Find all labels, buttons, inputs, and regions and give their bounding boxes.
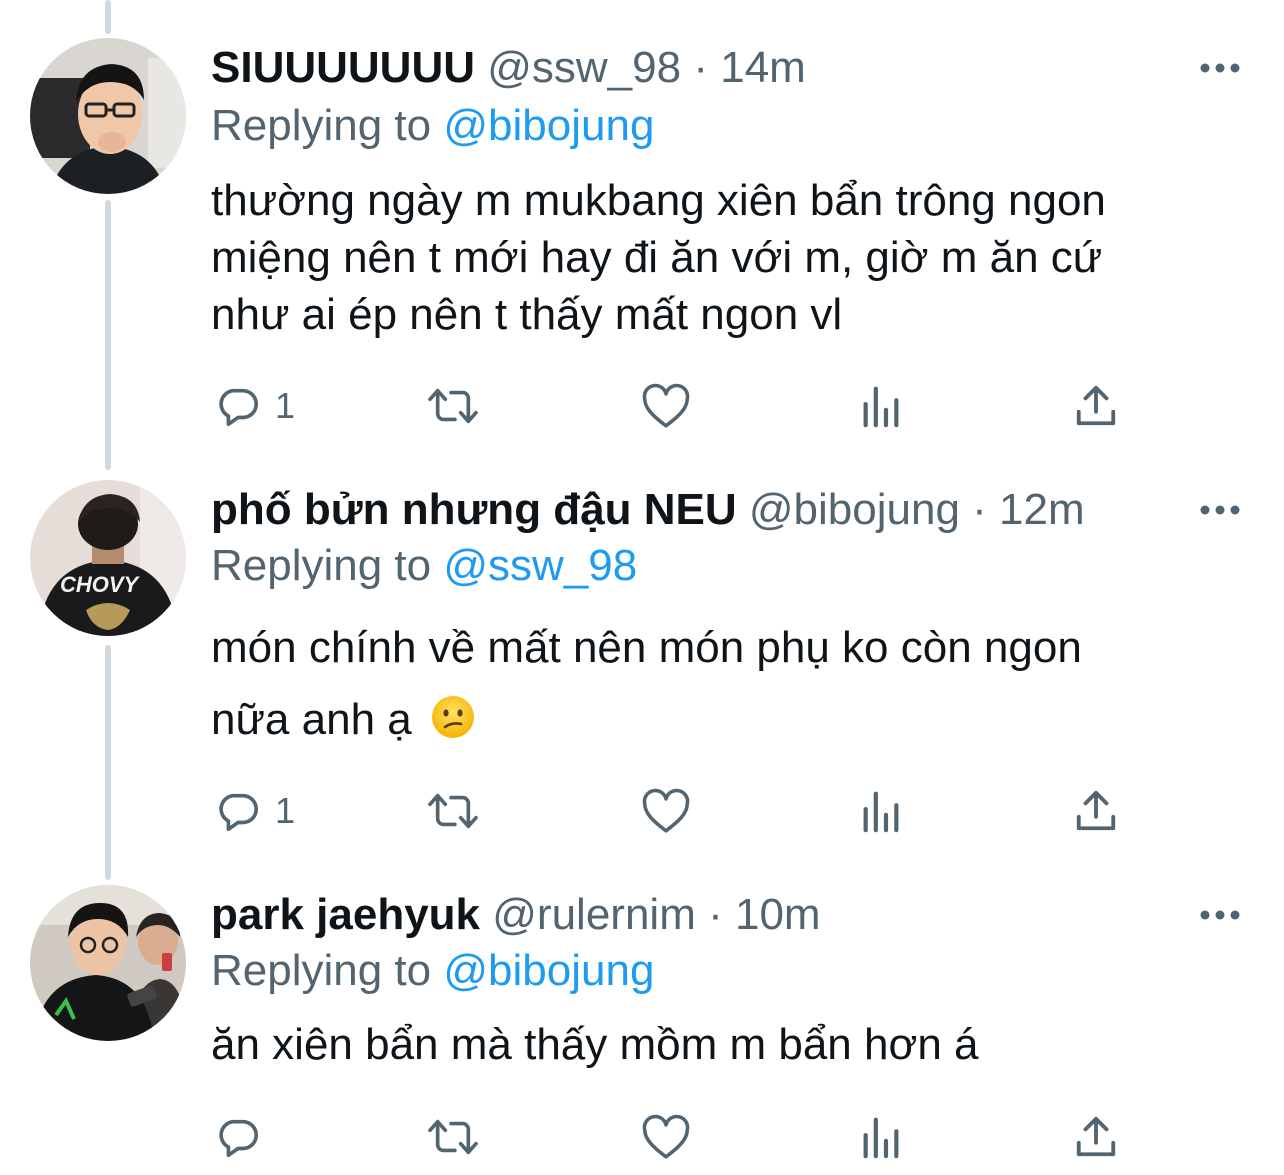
share-button[interactable] (1073, 380, 1119, 432)
avatar-image: CHOVY (30, 480, 186, 636)
action-bar: 1 (211, 785, 1131, 837)
reply-count: 1 (275, 385, 296, 426)
share-button[interactable] (1073, 1111, 1119, 1163)
replying-to: Replying to @bibojung (211, 943, 654, 999)
tweet-header: phố bửn nhưng đậu NEU @bibojung · 12m (211, 482, 1085, 538)
action-bar (211, 1111, 1131, 1163)
replying-to: Replying to @ssw_98 (211, 538, 637, 594)
avatar-image (30, 38, 186, 194)
timestamp[interactable]: 10m (735, 890, 821, 939)
display-name[interactable]: SIUUUUUUU (211, 43, 475, 92)
avatar[interactable]: CHOVY (30, 480, 186, 636)
tweet-text: món chính về mất nên món phụ ko còn ngon… (211, 612, 1251, 762)
reply-button[interactable] (215, 1111, 275, 1163)
mention-link[interactable]: @ssw_98 (443, 541, 637, 590)
reply-button[interactable]: 1 (215, 380, 295, 432)
more-options-icon (1200, 63, 1240, 73)
separator-dot: · (708, 890, 723, 939)
like-button[interactable] (641, 1111, 705, 1163)
analytics-button[interactable] (859, 1111, 903, 1163)
avatar[interactable] (30, 885, 186, 1041)
tweet-text-line: thường ngày m mukbang xiên bẩn trông ngo… (211, 176, 1106, 225)
retweet-button[interactable] (425, 380, 495, 432)
reply-icon (219, 793, 259, 832)
user-handle[interactable]: @bibojung (749, 485, 960, 534)
action-bar: 1 (211, 380, 1131, 432)
reply-icon (219, 1119, 259, 1158)
heart-icon (642, 1114, 690, 1159)
reply-count: 1 (275, 790, 296, 831)
tweet-2[interactable]: CHOVY phố bửn nhưng đậu NEU @bibojung · … (0, 460, 1284, 865)
replying-to-label: Replying to (211, 946, 432, 995)
timestamp[interactable]: 12m (999, 485, 1085, 534)
share-button[interactable] (1073, 785, 1119, 837)
tweet-1[interactable]: SIUUUUUUU @ssw_98 · 14m Replying to @bib… (0, 0, 1284, 460)
avatar[interactable] (30, 38, 186, 194)
share-icon (1076, 385, 1116, 426)
confused-face-emoji (430, 690, 476, 762)
analytics-icon (863, 1117, 899, 1159)
tweet-header: SIUUUUUUU @ssw_98 · 14m (211, 40, 806, 96)
like-button[interactable] (641, 785, 705, 837)
reply-icon (219, 388, 259, 427)
tweet-text: thường ngày m mukbang xiên bẩn trông ngo… (211, 172, 1251, 343)
tweet-text-line-with-emoji: nữa anh ạ (211, 684, 1251, 762)
avatar-image (30, 885, 186, 1041)
tweet-text-line: ăn xiên bẩn mà thấy mồm m bẩn hơn á (211, 1020, 979, 1069)
separator-dot: · (693, 43, 708, 92)
tweet-text: ăn xiên bẩn mà thấy mồm m bẩn hơn á (211, 1015, 1251, 1075)
share-icon (1076, 790, 1116, 831)
heart-icon (642, 788, 690, 833)
tweet-3[interactable]: park jaehyuk @rulernim · 10m Replying to… (0, 865, 1284, 1175)
tweet-text-line: miệng nên t mới hay đi ăn với m, giờ m ă… (211, 233, 1103, 282)
more-options-button[interactable] (1198, 58, 1242, 78)
heart-icon (642, 383, 690, 428)
analytics-icon (863, 386, 899, 428)
retweet-icon (428, 1119, 478, 1155)
more-options-icon (1200, 910, 1240, 920)
tweet-header: park jaehyuk @rulernim · 10m (211, 887, 821, 943)
mention-link[interactable]: @bibojung (443, 946, 654, 995)
analytics-button[interactable] (859, 380, 903, 432)
like-button[interactable] (641, 380, 705, 432)
display-name[interactable]: phố bửn nhưng đậu NEU (211, 485, 737, 534)
tweet-text-line: món chính về mất nên món phụ ko còn ngon (211, 623, 1082, 672)
user-handle[interactable]: @ssw_98 (487, 43, 681, 92)
retweet-button[interactable] (425, 1111, 495, 1163)
more-options-button[interactable] (1198, 500, 1242, 520)
reply-button[interactable]: 1 (215, 785, 295, 837)
user-handle[interactable]: @rulernim (492, 890, 696, 939)
share-icon (1076, 1116, 1116, 1157)
more-options-button[interactable] (1198, 905, 1242, 925)
display-name[interactable]: park jaehyuk (211, 890, 480, 939)
replying-to-label: Replying to (211, 101, 432, 150)
retweet-button[interactable] (425, 785, 495, 837)
svg-text:CHOVY: CHOVY (60, 572, 141, 597)
analytics-icon (863, 791, 899, 833)
retweet-icon (428, 388, 478, 424)
tweet-text-line: như ai ép nên t thấy mất ngon vl (211, 290, 843, 339)
replying-to: Replying to @bibojung (211, 98, 654, 154)
separator-dot: · (972, 485, 987, 534)
tweet-text-line: nữa anh ạ (211, 695, 412, 744)
more-options-icon (1200, 505, 1240, 515)
retweet-icon (428, 793, 478, 829)
analytics-button[interactable] (859, 785, 903, 837)
replying-to-label: Replying to (211, 541, 432, 590)
mention-link[interactable]: @bibojung (443, 101, 654, 150)
timestamp[interactable]: 14m (720, 43, 806, 92)
